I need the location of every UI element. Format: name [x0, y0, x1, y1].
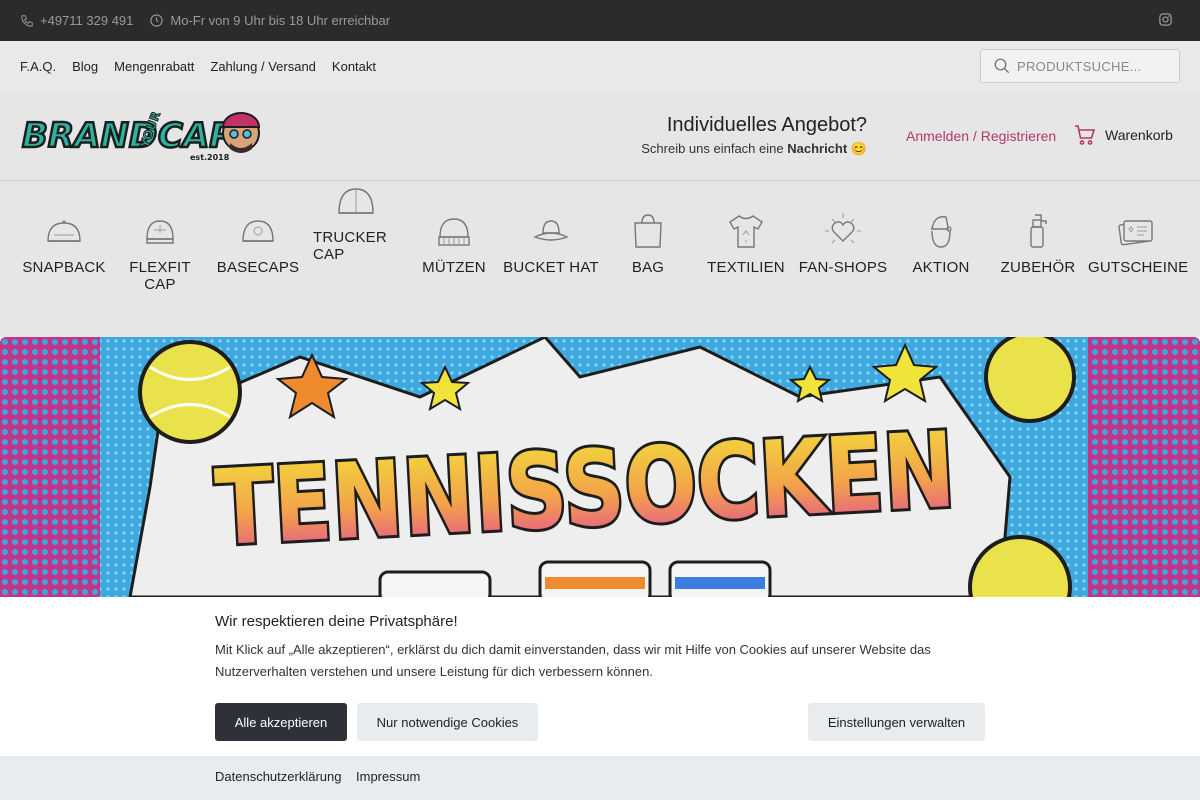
cookie-text: Mit Klick auf „Alle akzeptieren“, erklär…	[215, 642, 931, 679]
spray-bottle-icon	[1030, 214, 1047, 248]
cart-label: Warenkorb	[1105, 127, 1173, 143]
instagram-icon[interactable]	[1158, 12, 1173, 27]
heart-icon	[825, 213, 861, 244]
category-label: BUCKET HAT	[503, 259, 599, 276]
tennis-socks-banner-image: TENNISSOCKEN	[0, 337, 1200, 597]
category-flexfit-cap[interactable]: FLEXFIT CAP	[112, 211, 208, 293]
category-label: FLEXFIT CAP	[129, 259, 191, 293]
accept-all-button[interactable]: Alle akzeptieren	[215, 703, 347, 741]
only-necessary-button[interactable]: Nur notwendige Cookies	[357, 703, 538, 741]
snapback-icon	[47, 220, 81, 242]
category-gutscheine[interactable]: GUTSCHEINE	[1088, 211, 1189, 276]
category-label: GUTSCHEINE	[1088, 259, 1189, 276]
category-label: TEXTILIEN	[707, 259, 785, 276]
login-register-link[interactable]: Anmelden / Registrieren	[906, 128, 1056, 144]
category-textilien[interactable]: TEXTILIEN	[698, 211, 794, 276]
flexfit-cap-icon	[146, 220, 174, 244]
nav-link-faq[interactable]: F.A.Q.	[20, 59, 56, 74]
offer-message-link[interactable]: Nachricht	[787, 141, 847, 156]
hero-banner[interactable]: TENNISSOCKEN	[0, 337, 1200, 597]
opening-hours: Mo-Fr von 9 Uhr bis 18 Uhr erreichbar	[149, 13, 390, 28]
search-input[interactable]	[1017, 58, 1167, 74]
cookie-footer: Datenschutzerklärung Impressum	[0, 756, 1200, 800]
category-label: BAG	[631, 259, 665, 276]
opening-hours-text: Mo-Fr von 9 Uhr bis 18 Uhr erreichbar	[170, 13, 391, 28]
nav-link-blog[interactable]: Blog	[72, 59, 98, 74]
category-bucket-hat[interactable]: BUCKET HAT	[503, 211, 599, 276]
svg-text:est.2018: est.2018	[190, 153, 230, 162]
offer-title: Individuelles Angebot?	[666, 114, 867, 136]
category-label: TRUCKER CAP	[313, 229, 387, 263]
cart-button[interactable]: Warenkorb	[1073, 123, 1173, 147]
category-muetzen[interactable]: MÜTZEN	[406, 211, 502, 276]
search-icon[interactable]	[993, 57, 1011, 75]
basecap-icon	[242, 220, 274, 242]
clock-icon	[150, 14, 164, 27]
nav-link-kontakt[interactable]: Kontakt	[332, 59, 376, 74]
category-bag[interactable]: BAG	[600, 211, 696, 276]
category-snapback[interactable]: SNAPBACK	[16, 211, 112, 276]
cookie-consent-dialog: Wir respektieren deine Privatsphäre! Mit…	[0, 597, 1200, 756]
beanie-icon	[438, 218, 470, 246]
svg-text:BRAND: BRAND	[22, 116, 157, 156]
bucket-hat-icon	[533, 220, 569, 241]
site-header: BRAND YOUR CAP est.2018 Individuelles An…	[0, 91, 1200, 181]
offer-sub-text: Schreib uns einfach eine	[641, 141, 788, 156]
category-fan-shops[interactable]: FAN-SHOPS	[795, 211, 891, 276]
category-aktion[interactable]: AKTION	[893, 211, 989, 276]
bag-icon	[634, 214, 662, 248]
category-label: SNAPBACK	[22, 259, 106, 276]
custom-offer-block: Individuelles Angebot? Schreib uns einfa…	[641, 114, 867, 157]
manage-settings-button[interactable]: Einstellungen verwalten	[808, 703, 985, 741]
nav-link-mengenrabatt[interactable]: Mengenrabatt	[114, 59, 194, 74]
privacy-policy-link[interactable]: Datenschutzerklärung	[215, 769, 341, 784]
cart-icon	[1075, 125, 1096, 145]
service-navigation: F.A.Q. Blog Mengenrabatt Zahlung / Versa…	[0, 41, 1200, 91]
category-label: AKTION	[912, 259, 970, 276]
phone-icon	[21, 14, 33, 27]
top-info-bar: +49711 329 491 Mo-Fr von 9 Uhr bis 18 Uh…	[0, 0, 1200, 41]
category-navigation: SNAPBACK FLEXFIT CAP BASECAPS TRUCKER CA…	[0, 181, 1200, 337]
trucker-cap-icon	[338, 188, 374, 214]
brand-logo[interactable]: BRAND YOUR CAP est.2018	[20, 107, 262, 163]
product-search[interactable]	[980, 49, 1180, 83]
imprint-link[interactable]: Impressum	[356, 769, 420, 784]
category-trucker-cap[interactable]: TRUCKER CAP	[308, 181, 404, 263]
category-basecaps[interactable]: BASECAPS	[210, 211, 306, 276]
offer-subtitle[interactable]: Schreib uns einfach eine Nachricht 😊	[641, 141, 867, 157]
smile-emoji-icon: 😊	[850, 141, 867, 156]
phone-contact[interactable]: +49711 329 491	[20, 13, 133, 28]
category-label: BASECAPS	[216, 259, 300, 276]
santa-icon	[931, 216, 952, 248]
phone-number[interactable]: +49711 329 491	[40, 13, 133, 28]
category-zubehoer[interactable]: ZUBEHÖR	[990, 211, 1086, 276]
cookie-title: Wir respektieren deine Privatsphäre!	[215, 613, 458, 630]
category-label: MÜTZEN	[422, 259, 486, 276]
category-label: FAN-SHOPS	[798, 259, 888, 276]
voucher-icon	[1118, 220, 1153, 246]
category-label: ZUBEHÖR	[1000, 259, 1076, 276]
nav-link-zahlung-versand[interactable]: Zahlung / Versand	[210, 59, 316, 74]
tshirt-icon	[729, 215, 763, 248]
